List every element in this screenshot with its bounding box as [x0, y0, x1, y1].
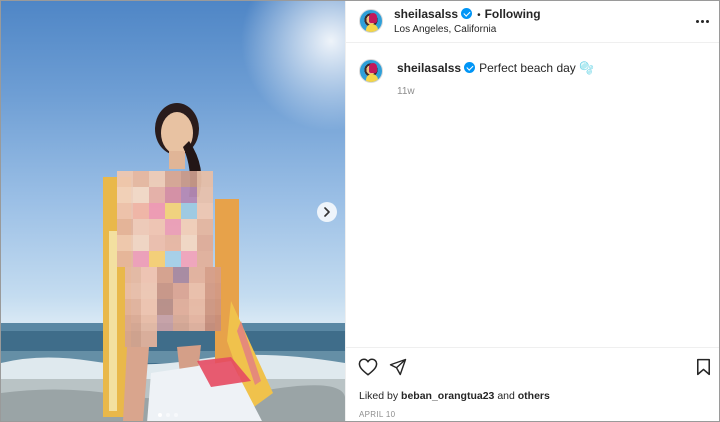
- more-dot: [701, 20, 704, 23]
- more-dot: [696, 20, 699, 23]
- author-line: sheilasalss • Following: [394, 7, 541, 21]
- post-header: sheilasalss • Following Los Angeles, Calif…: [346, 1, 719, 43]
- bookmark-icon[interactable]: [696, 358, 711, 376]
- post-date[interactable]: APRIL 10: [359, 410, 395, 419]
- separator: •: [477, 10, 481, 21]
- carousel-dot-3: [174, 413, 178, 417]
- verified-badge-icon: [464, 62, 476, 73]
- post-dialog: sheilasalss • Following Los Angeles, Calif…: [0, 0, 720, 422]
- chevron-right-icon: [324, 207, 330, 217]
- verified-badge-icon: [461, 8, 473, 19]
- carousel-dot-2: [166, 413, 170, 417]
- post-media[interactable]: [1, 1, 345, 421]
- liked-by-user-link[interactable]: beban_orangtua23: [401, 390, 494, 402]
- liked-by-others-link[interactable]: others: [518, 390, 550, 402]
- more-options-icon[interactable]: [696, 20, 709, 23]
- carousel-dot-1: [158, 413, 162, 417]
- more-dot: [706, 20, 709, 23]
- caption-timestamp[interactable]: 11w: [397, 86, 415, 97]
- carousel-next-button[interactable]: [317, 202, 337, 222]
- heart-icon[interactable]: [358, 358, 378, 376]
- post-details: sheilasalss • Following Los Angeles, Calif…: [345, 1, 719, 421]
- caption-username[interactable]: sheilasalss: [397, 61, 461, 75]
- carousel-indicator: [158, 413, 178, 417]
- caption-line: sheilasalss Perfect beach day 🫧: [397, 61, 594, 75]
- liked-by-prefix: Liked by: [359, 390, 399, 402]
- beach-photo: [1, 1, 345, 421]
- post-location[interactable]: Los Angeles, California: [394, 24, 496, 35]
- likes-summary: Liked by beban_orangtua23 and others: [359, 390, 550, 402]
- author-avatar[interactable]: [359, 9, 383, 33]
- following-button[interactable]: Following: [485, 7, 541, 21]
- caption-avatar[interactable]: [359, 59, 383, 83]
- post-actions: Liked by beban_orangtua23 and others APR…: [346, 347, 719, 421]
- share-icon[interactable]: [389, 358, 407, 376]
- caption-text: Perfect beach day 🫧: [479, 61, 595, 75]
- liked-by-and: and: [497, 390, 515, 402]
- author-username[interactable]: sheilasalss: [394, 7, 458, 21]
